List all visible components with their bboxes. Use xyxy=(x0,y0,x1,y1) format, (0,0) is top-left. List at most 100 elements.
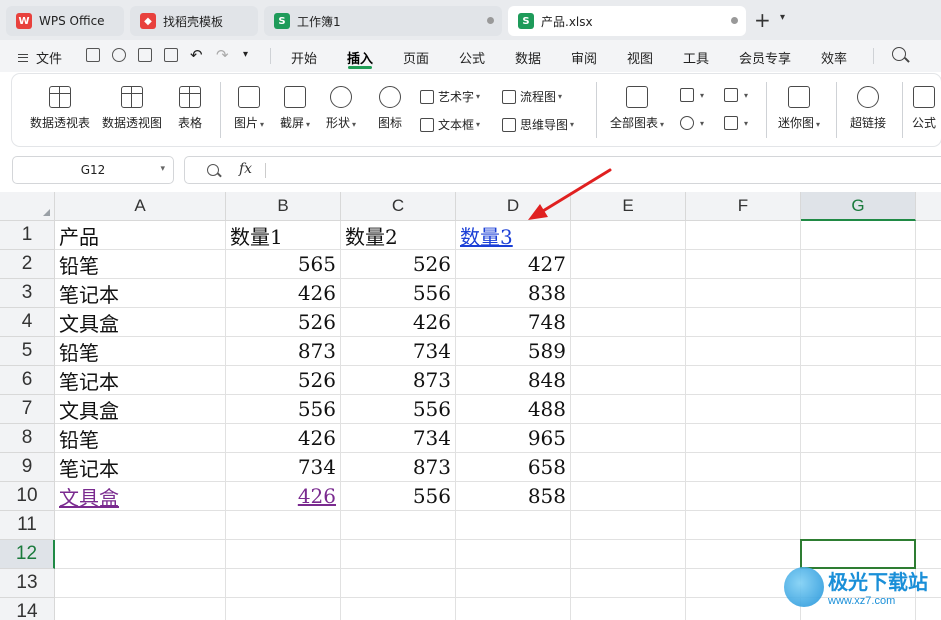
pie-chart-button[interactable]: ▾ xyxy=(680,116,704,130)
cell-c8[interactable]: 734 xyxy=(341,424,456,453)
table-button[interactable]: 表格 xyxy=(178,86,202,131)
pivot-table-button[interactable]: 数据透视表 xyxy=(30,86,90,131)
cell-b4[interactable]: 526 xyxy=(226,308,341,337)
text-box-button[interactable]: 文本框 ▾ xyxy=(420,116,480,133)
save-icon[interactable] xyxy=(86,48,100,62)
cell-g10[interactable] xyxy=(801,482,916,511)
column-header-c[interactable]: C xyxy=(341,192,456,221)
chevron-down-icon[interactable]: ▾ xyxy=(160,164,165,174)
cell-d7[interactable]: 488 xyxy=(456,395,571,424)
cell-g9[interactable] xyxy=(801,453,916,482)
row-header-5[interactable]: 5 xyxy=(0,337,55,366)
cell-h7[interactable] xyxy=(916,395,941,424)
column-chart-button[interactable]: ▾ xyxy=(680,88,704,102)
cell-a7[interactable]: 文具盒 xyxy=(55,395,226,424)
row-header-10[interactable]: 10 xyxy=(0,482,55,511)
cell-g7[interactable] xyxy=(801,395,916,424)
chevron-down-icon[interactable]: ▾ xyxy=(780,12,785,23)
cell-f4[interactable] xyxy=(686,308,801,337)
menu-data[interactable]: 数据 xyxy=(515,48,541,67)
row-header-3[interactable]: 3 xyxy=(0,279,55,308)
cell-b1[interactable]: 数量1 xyxy=(226,221,341,250)
cell-d8[interactable]: 965 xyxy=(456,424,571,453)
hyperlink-button[interactable]: 超链接 xyxy=(850,86,886,131)
cell-a9[interactable]: 笔记本 xyxy=(55,453,226,482)
cell-e7[interactable] xyxy=(571,395,686,424)
menu-home[interactable]: 开始 xyxy=(291,48,317,67)
cell-d3[interactable]: 838 xyxy=(456,279,571,308)
menu-tools[interactable]: 工具 xyxy=(683,48,709,67)
tab-workbook1[interactable]: S 工作簿1 xyxy=(264,6,502,36)
cell-h4[interactable] xyxy=(916,308,941,337)
cell-f1[interactable] xyxy=(686,221,801,250)
cell-h9[interactable] xyxy=(916,453,941,482)
chevron-down-icon[interactable]: ▾ xyxy=(243,49,248,60)
row-header-1[interactable]: 1 xyxy=(0,221,55,250)
row-header-7[interactable]: 7 xyxy=(0,395,55,424)
cell-e1[interactable] xyxy=(571,221,686,250)
cell-a8[interactable]: 铅笔 xyxy=(55,424,226,453)
cell-h6[interactable] xyxy=(916,366,941,395)
cell-h11[interactable] xyxy=(916,511,941,540)
cell-f12[interactable] xyxy=(686,540,801,569)
cell-c12[interactable] xyxy=(341,540,456,569)
cell-a11[interactable] xyxy=(55,511,226,540)
cell-g5[interactable] xyxy=(801,337,916,366)
cell-b14[interactable] xyxy=(226,598,341,620)
mind-map-button[interactable]: 思维导图 ▾ xyxy=(502,116,574,133)
column-header-d[interactable]: D xyxy=(456,192,571,221)
menu-view[interactable]: 视图 xyxy=(627,48,653,67)
cell-e13[interactable] xyxy=(571,569,686,598)
art-text-button[interactable]: 艺术字 ▾ xyxy=(420,88,480,105)
cell-h3[interactable] xyxy=(916,279,941,308)
cell-a10[interactable]: 文具盒 xyxy=(55,482,226,511)
menu-member[interactable]: 会员专享 xyxy=(739,48,791,67)
hyperlink-text[interactable]: 426 xyxy=(298,484,336,508)
cell-b7[interactable]: 556 xyxy=(226,395,341,424)
cell-a1[interactable]: 产品 xyxy=(55,221,226,250)
cell-h5[interactable] xyxy=(916,337,941,366)
cell-f5[interactable] xyxy=(686,337,801,366)
sparkline-button[interactable]: 迷你图 ▾ xyxy=(778,86,820,131)
cell-b2[interactable]: 565 xyxy=(226,250,341,279)
cell-e9[interactable] xyxy=(571,453,686,482)
cell-e2[interactable] xyxy=(571,250,686,279)
column-header-a[interactable]: A xyxy=(55,192,226,221)
cell-c5[interactable]: 734 xyxy=(341,337,456,366)
close-dot-icon[interactable] xyxy=(487,17,494,24)
cell-c13[interactable] xyxy=(341,569,456,598)
row-header-9[interactable]: 9 xyxy=(0,453,55,482)
active-cell-selection[interactable] xyxy=(800,539,916,569)
close-dot-icon[interactable] xyxy=(731,17,738,24)
print-preview-icon[interactable] xyxy=(164,48,178,62)
cell-a13[interactable] xyxy=(55,569,226,598)
column-header-g[interactable]: G xyxy=(801,192,916,221)
cell-d6[interactable]: 848 xyxy=(456,366,571,395)
picture-button[interactable]: 图片 ▾ xyxy=(234,86,264,131)
cell-a3[interactable]: 笔记本 xyxy=(55,279,226,308)
cell-b12[interactable] xyxy=(226,540,341,569)
cell-f6[interactable] xyxy=(686,366,801,395)
cell-h10[interactable] xyxy=(916,482,941,511)
cell-e3[interactable] xyxy=(571,279,686,308)
menu-page[interactable]: 页面 xyxy=(403,48,429,67)
cell-g4[interactable] xyxy=(801,308,916,337)
cell-d10[interactable]: 858 xyxy=(456,482,571,511)
tab-wps-office[interactable]: W WPS Office xyxy=(6,6,124,36)
cell-c9[interactable]: 873 xyxy=(341,453,456,482)
cell-f2[interactable] xyxy=(686,250,801,279)
cell-d13[interactable] xyxy=(456,569,571,598)
cell-a4[interactable]: 文具盒 xyxy=(55,308,226,337)
cell-a5[interactable]: 铅笔 xyxy=(55,337,226,366)
row-header-8[interactable]: 8 xyxy=(0,424,55,453)
cell-d9[interactable]: 658 xyxy=(456,453,571,482)
cell-f11[interactable] xyxy=(686,511,801,540)
hyperlink-text[interactable]: 文具盒 xyxy=(59,482,119,511)
cell-d5[interactable]: 589 xyxy=(456,337,571,366)
cell-c4[interactable]: 426 xyxy=(341,308,456,337)
cell-d4[interactable]: 748 xyxy=(456,308,571,337)
scatter-chart-button[interactable]: ▾ xyxy=(724,116,748,130)
formula-bar[interactable]: fx xyxy=(184,156,941,184)
cell-b13[interactable] xyxy=(226,569,341,598)
cell-g2[interactable] xyxy=(801,250,916,279)
